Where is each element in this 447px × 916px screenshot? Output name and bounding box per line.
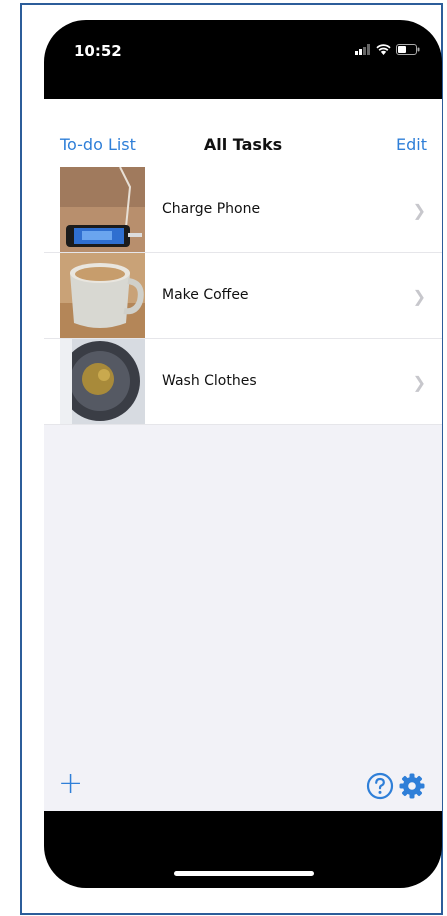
edit-button[interactable]: Edit (396, 135, 427, 154)
task-row-charge-phone[interactable]: Charge Phone ❯ (44, 167, 442, 253)
gear-icon[interactable] (398, 772, 426, 800)
wifi-icon (376, 44, 391, 55)
bottom-toolbar: + (44, 764, 442, 811)
washing-machine-thumbnail (60, 339, 145, 424)
chevron-right-icon: ❯ (412, 375, 426, 392)
task-row-make-coffee[interactable]: Make Coffee ❯ (44, 253, 442, 339)
status-icons (355, 44, 420, 55)
phone-charging-thumbnail (60, 167, 145, 252)
task-label: Charge Phone (162, 201, 261, 217)
app-screen: To-do List All Tasks Edit Charge Phone ❯… (44, 99, 442, 811)
home-indicator[interactable] (174, 871, 314, 876)
signal-icon (355, 44, 370, 55)
chevron-right-icon: ❯ (412, 289, 426, 306)
status-time: 10:52 (74, 42, 122, 60)
task-label: Make Coffee (162, 287, 249, 303)
question-circle-icon[interactable] (366, 772, 394, 800)
chevron-right-icon: ❯ (412, 203, 426, 220)
coffee-mug-thumbnail (60, 253, 145, 338)
page-title: All Tasks (203, 135, 283, 154)
phone-device: 10:52 To-do List All Tasks Edit Charge P… (44, 20, 442, 888)
plus-icon[interactable]: + (58, 769, 83, 799)
task-row-wash-clothes[interactable]: Wash Clothes ❯ (44, 339, 442, 425)
battery-icon (396, 44, 420, 55)
navigation-bar: To-do List All Tasks Edit (44, 99, 442, 168)
task-list: Charge Phone ❯ Make Coffee ❯ Wash Clothe… (44, 167, 442, 425)
task-label: Wash Clothes (162, 373, 257, 389)
